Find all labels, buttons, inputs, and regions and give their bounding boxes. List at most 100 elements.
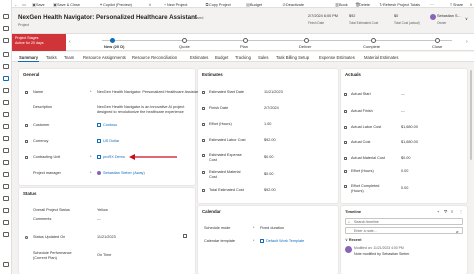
- deactivate-button[interactable]: ⊘Deactivate: [282, 2, 304, 7]
- stage-deliver-dot[interactable]: [304, 38, 309, 43]
- lock-icon: [202, 123, 205, 126]
- active-entity-icon[interactable]: [3, 76, 9, 81]
- actual-start-field: ---: [401, 92, 405, 96]
- tab-estimates[interactable]: Estimates: [190, 55, 208, 60]
- overall-status-field[interactable]: Yellow: [97, 208, 108, 212]
- settings-icon[interactable]: [3, 160, 9, 165]
- calendar-icon[interactable]: [183, 234, 187, 238]
- back-button[interactable]: ←: [14, 2, 18, 7]
- actual-cost-label: Actual Cost: [351, 140, 371, 144]
- invoices-icon[interactable]: [3, 220, 9, 225]
- recent-header[interactable]: ∨ Recent: [345, 237, 362, 242]
- resources-icon[interactable]: [3, 64, 9, 69]
- lock-icon: [344, 93, 347, 96]
- tab-resource-reconciliation[interactable]: Resource Reconciliation: [132, 55, 177, 60]
- status-updated-label: Status Updated On: [33, 235, 66, 239]
- header-expand-chevron-icon[interactable]: ∨: [465, 16, 468, 21]
- stage-complete-dot[interactable]: [371, 38, 376, 43]
- est-labor-field: $92.00: [264, 138, 276, 142]
- contracting-unit-link[interactable]: proRX Demo: [103, 155, 125, 159]
- calendar-icon[interactable]: [3, 196, 9, 201]
- stage-next-chevron-icon[interactable]: ›: [466, 39, 468, 45]
- tab-resource-assignments[interactable]: Resource Assignments: [83, 55, 126, 60]
- header-finish-date-label: Finish Date: [308, 21, 325, 25]
- name-field[interactable]: NexGen Health Navigator: Personalized He…: [97, 90, 200, 94]
- stage-new-dot[interactable]: [110, 38, 115, 43]
- schedule-mode-field[interactable]: Fixed duration: [260, 226, 284, 230]
- schedule-performance-field[interactable]: On Time: [97, 253, 111, 257]
- share-dropdown[interactable]: ∨: [469, 2, 473, 7]
- tab-tasks[interactable]: Tasks: [46, 55, 57, 60]
- stage-complete-label[interactable]: Complete: [363, 44, 380, 49]
- tab-sales[interactable]: Sales: [258, 55, 268, 60]
- contacts-icon[interactable]: [3, 184, 9, 189]
- form-view-button[interactable]: ▭: [22, 2, 26, 7]
- tab-team[interactable]: Team: [64, 55, 74, 60]
- home-icon[interactable]: [3, 14, 9, 19]
- project-manager-link[interactable]: Sebastian Sieber (Away): [103, 171, 145, 175]
- refresh-totals-button[interactable]: ↻Refresh Project Totals: [379, 2, 420, 7]
- status-updated-field[interactable]: 11/21/2023: [97, 235, 116, 239]
- add-timeline-icon[interactable]: +: [437, 209, 439, 214]
- approvals-icon[interactable]: [3, 112, 9, 117]
- timeline-more-icon[interactable]: ⋮: [459, 209, 463, 214]
- book-button[interactable]: ▥Book: [335, 2, 348, 7]
- schedule-board-icon[interactable]: [3, 124, 9, 129]
- tab-budget[interactable]: Budget: [215, 55, 228, 60]
- est-labor-label: Estimated Labor Cost: [209, 138, 246, 142]
- calendar-template-link[interactable]: Default Work Template: [266, 239, 304, 243]
- reports-icon[interactable]: [3, 148, 9, 153]
- budget-button[interactable]: ▤Budget: [246, 2, 262, 7]
- stage-prev-chevron-icon[interactable]: ‹: [69, 39, 71, 45]
- tab-summary[interactable]: Summary: [19, 55, 38, 60]
- new-project-button[interactable]: +New Project: [163, 2, 188, 7]
- comments-field[interactable]: ---: [97, 217, 101, 221]
- overflow-button[interactable]: ⋯: [430, 2, 434, 7]
- timeline-search-input[interactable]: ⌕ Search timeline: [345, 218, 463, 225]
- tasks-icon[interactable]: [3, 232, 9, 237]
- timeline-entry-text[interactable]: Note modified by Sebastian Sieber: [354, 252, 409, 256]
- timeline-menu-icon[interactable]: ≡: [451, 209, 453, 214]
- timeline-note-input[interactable]: Enter a note... ⌀: [345, 227, 463, 234]
- more-dropdown[interactable]: ∨: [148, 2, 152, 7]
- est-finish-label: Finish Date: [209, 106, 229, 110]
- recent-icon[interactable]: [3, 26, 9, 31]
- area-switcher-icon[interactable]: [3, 262, 9, 267]
- filter-icon[interactable]: ⛛: [444, 209, 447, 214]
- attach-icon[interactable]: ⌀: [456, 229, 458, 234]
- description-field-line2[interactable]: designed to revolutionize the healthcare…: [97, 110, 184, 114]
- tab-expense-estimates[interactable]: Expense Estimates: [319, 55, 355, 60]
- tab-material-estimates[interactable]: Material Estimates: [364, 55, 398, 60]
- documents-icon[interactable]: [3, 208, 9, 213]
- save-button[interactable]: ▣Save: [32, 2, 45, 7]
- stage-deliver-label[interactable]: Deliver: [299, 44, 311, 49]
- stage-close-dot[interactable]: [435, 38, 440, 43]
- currency-link[interactable]: US Dollar: [103, 139, 119, 143]
- tab-task-billing-setup[interactable]: Task Billing Setup: [276, 55, 309, 60]
- accounts-icon[interactable]: [3, 172, 9, 177]
- header-owner[interactable]: Sebastian S...: [437, 14, 461, 18]
- timeline-section: Timeline + ⛛ ≡ ⋮ ⌕ Search timeline Enter…: [341, 206, 467, 274]
- page-scrollbar-thumb[interactable]: [470, 70, 472, 160]
- stage-quote-label[interactable]: Quote: [179, 44, 190, 49]
- stage-quote-dot[interactable]: [182, 38, 187, 43]
- copilot-button[interactable]: ✦Copilot (Preview): [99, 2, 132, 7]
- stage-close-label[interactable]: Close: [432, 44, 442, 49]
- expenses-icon[interactable]: [3, 100, 9, 105]
- project-stages-badge[interactable]: Project Stages Active for 20 days: [12, 34, 66, 51]
- projects-icon[interactable]: [3, 52, 9, 57]
- stage-plan-label[interactable]: Plan: [240, 44, 248, 49]
- copy-project-button[interactable]: ⧉Copy Project: [205, 2, 231, 7]
- header-owner-label: Owner: [437, 21, 447, 25]
- roles-icon[interactable]: [3, 136, 9, 141]
- time-entry-icon[interactable]: [3, 88, 9, 93]
- share-button[interactable]: ⇪Share: [449, 2, 463, 7]
- customer-link[interactable]: Contoso: [103, 123, 117, 127]
- pinned-icon[interactable]: [3, 38, 9, 43]
- save-close-button[interactable]: ▣Save & Close: [53, 2, 80, 7]
- stage-new-label[interactable]: New (20 D): [104, 44, 124, 49]
- description-field-line1[interactable]: NexGen Health Navigator is an innovative…: [97, 105, 184, 109]
- tab-tracking[interactable]: Tracking: [235, 55, 251, 60]
- stage-plan-dot[interactable]: [243, 38, 248, 43]
- delete-button[interactable]: 🗑Delete: [355, 2, 370, 7]
